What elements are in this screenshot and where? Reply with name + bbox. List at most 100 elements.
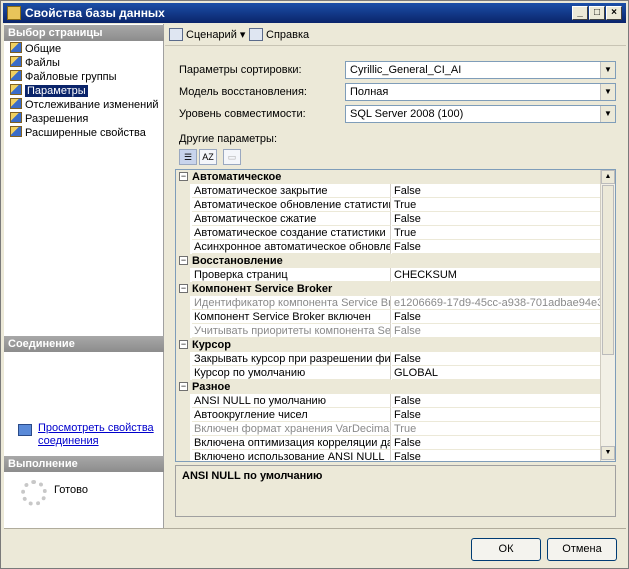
chevron-down-icon[interactable]: ▼	[600, 62, 615, 78]
grid-property-row[interactable]: Автоматическое создание статистики True	[176, 226, 600, 240]
row-gutter	[176, 240, 190, 254]
title-bar: Свойства базы данных _ □ ×	[3, 3, 626, 23]
property-grid: − Автоматическое Автоматическое закрытие Fa…	[175, 169, 616, 462]
grid-property-row[interactable]: Автоматическое сжатие False	[176, 212, 600, 226]
grid-category[interactable]: − Восстановление	[176, 254, 600, 268]
nav-page-item[interactable]: Файлы	[10, 56, 60, 70]
row-gutter	[176, 352, 190, 366]
grid-category[interactable]: − Компонент Service Broker	[176, 282, 600, 296]
property-name: Автоматическое создание статистики	[192, 226, 391, 240]
grid-property-row[interactable]: Закрывать курсор при разрешении фиксации…	[176, 352, 600, 366]
row-gutter	[176, 450, 190, 461]
row-gutter	[176, 436, 190, 450]
recovery-model-label: Модель восстановления:	[179, 86, 307, 98]
grid-property-row[interactable]: Включен формат хранения VarDecimal True	[176, 422, 600, 436]
toolbar: Сценарий ▾ Справка	[165, 24, 626, 46]
grid-property-row[interactable]: Асинхронное автоматическое обновление Fal…	[176, 240, 600, 254]
property-value[interactable]: e1206669-17d9-45cc-a938-701adbae94e3	[392, 296, 600, 310]
ok-button[interactable]: ОК	[471, 538, 541, 561]
help-button[interactable]: Справка	[249, 28, 309, 41]
nav-page-item[interactable]: Общие	[10, 42, 61, 56]
grid-property-row[interactable]: Включено использование ANSI NULL False	[176, 450, 600, 461]
property-name: Автоматическое закрытие	[192, 184, 391, 198]
nav-page-item[interactable]: Параметры	[10, 84, 88, 98]
nav-page-item[interactable]: Разрешения	[10, 112, 88, 126]
collapse-icon[interactable]: −	[179, 382, 188, 391]
property-value[interactable]: False	[392, 352, 600, 366]
grid-toolbar: ☰ AZ ▭	[175, 147, 245, 167]
grid-property-row[interactable]: Компонент Service Broker включен False	[176, 310, 600, 324]
compatibility-level-label: Уровень совместимости:	[179, 108, 306, 120]
property-value[interactable]: CHECKSUM	[392, 268, 600, 282]
progress-spinner-icon	[21, 480, 47, 506]
chevron-down-icon[interactable]: ▼	[600, 84, 615, 100]
property-value[interactable]: False	[392, 450, 600, 461]
collapse-icon[interactable]: −	[179, 340, 188, 349]
grid-property-row[interactable]: Курсор по умолчанию GLOBAL	[176, 366, 600, 380]
grid-property-row[interactable]: Автоматическое обновление статистики True	[176, 198, 600, 212]
grid-category[interactable]: − Автоматическое	[176, 170, 600, 184]
grid-category[interactable]: − Разное	[176, 380, 600, 394]
property-value[interactable]: False	[392, 436, 600, 450]
property-value[interactable]: GLOBAL	[392, 366, 600, 380]
database-properties-dialog: Свойства базы данных _ □ × Выбор страниц…	[0, 0, 629, 569]
maximize-icon[interactable]: □	[589, 6, 605, 20]
property-name: Автоматическое обновление статистики	[192, 198, 391, 212]
script-button[interactable]: Сценарий ▾	[169, 28, 245, 41]
property-value[interactable]: True	[392, 422, 600, 436]
property-value[interactable]: True	[392, 226, 600, 240]
script-icon	[169, 28, 183, 41]
grid-property-row[interactable]: Автоокругление чисел False	[176, 408, 600, 422]
collapse-icon[interactable]: −	[179, 172, 188, 181]
property-value[interactable]: False	[392, 324, 600, 338]
category-label: Разное	[192, 381, 231, 393]
property-value[interactable]: True	[392, 198, 600, 212]
chevron-down-icon[interactable]: ▾	[240, 29, 246, 41]
property-value[interactable]: False	[392, 394, 600, 408]
row-gutter	[176, 408, 190, 422]
nav-page-item[interactable]: Отслеживание изменений	[10, 98, 159, 112]
nav-page-item[interactable]: Файловые группы	[10, 70, 117, 84]
grid-property-row[interactable]: ANSI NULL по умолчанию False	[176, 394, 600, 408]
scroll-up-icon[interactable]: ▲	[601, 170, 615, 184]
view-connection-properties-link[interactable]: Просмотреть свойства соединения	[38, 422, 158, 448]
property-value[interactable]: False	[392, 212, 600, 226]
close-icon[interactable]: ×	[606, 6, 622, 20]
nav-page-item[interactable]: Расширенные свойства	[10, 126, 146, 140]
scroll-down-icon[interactable]: ▼	[601, 446, 615, 460]
property-value[interactable]: False	[392, 240, 600, 254]
grid-property-row[interactable]: Учитывать приоритеты компонента Service …	[176, 324, 600, 338]
compatibility-level-select[interactable]: SQL Server 2008 (100) ▼	[345, 105, 616, 123]
left-panel: Выбор страницы Общие Файлы Файловые группы…	[4, 24, 164, 528]
categorized-icon[interactable]: ☰	[179, 149, 197, 165]
collapse-icon[interactable]: −	[179, 256, 188, 265]
grid-scrollbar[interactable]: ▲ ▼	[600, 170, 615, 461]
collapse-icon[interactable]: −	[179, 284, 188, 293]
property-value[interactable]: False	[392, 184, 600, 198]
row-gutter	[176, 394, 190, 408]
grid-category[interactable]: − Курсор	[176, 338, 600, 352]
grid-property-row[interactable]: Проверка страниц CHECKSUM	[176, 268, 600, 282]
scroll-thumb[interactable]	[602, 185, 614, 355]
recovery-model-select[interactable]: Полная ▼	[345, 83, 616, 101]
property-name: Автоокругление чисел	[192, 408, 391, 422]
cancel-button[interactable]: Отмена	[547, 538, 617, 561]
property-value[interactable]: False	[392, 310, 600, 324]
chevron-down-icon[interactable]: ▼	[600, 106, 615, 122]
grid-property-row[interactable]: Идентификатор компонента Service Brokere…	[176, 296, 600, 310]
alphabetical-sort-icon[interactable]: AZ	[199, 149, 217, 165]
grid-property-row[interactable]: Включена оптимизация корреляции дат False	[176, 436, 600, 450]
grid-property-row[interactable]: Автоматическое закрытие False	[176, 184, 600, 198]
page-icon	[10, 84, 22, 95]
property-pages-icon[interactable]: ▭	[223, 149, 241, 165]
property-value[interactable]: False	[392, 408, 600, 422]
page-icon	[10, 98, 22, 109]
property-name: Курсор по умолчанию	[192, 366, 391, 380]
collation-select[interactable]: Cyrillic_General_CI_AI ▼	[345, 61, 616, 79]
connection-header: Соединение	[4, 336, 164, 352]
row-gutter	[176, 310, 190, 324]
property-name: ANSI NULL по умолчанию	[192, 394, 391, 408]
category-label: Автоматическое	[192, 171, 282, 183]
button-bar: ОК Отмена	[4, 528, 626, 568]
minimize-icon[interactable]: _	[572, 6, 588, 20]
